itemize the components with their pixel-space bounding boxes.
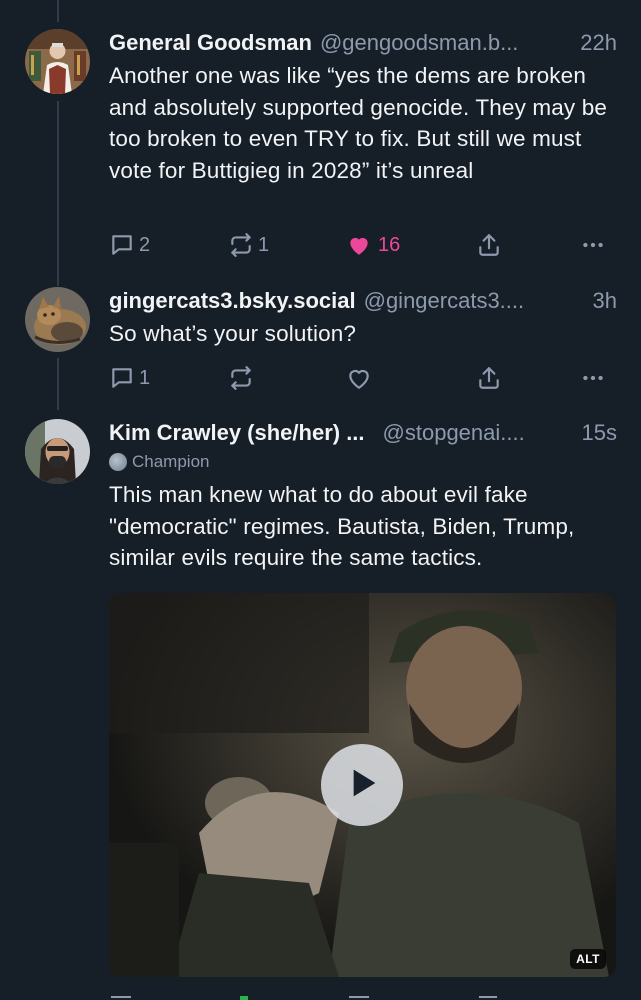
repost-count: 1 xyxy=(258,233,270,256)
avatar[interactable] xyxy=(25,419,90,484)
author-name[interactable]: gingercats3.bsky.social xyxy=(109,286,356,316)
badge-label: Champion xyxy=(132,452,210,471)
timestamp[interactable]: 22h xyxy=(572,28,617,58)
repost-button[interactable]: 1 xyxy=(228,231,269,259)
play-icon xyxy=(342,763,382,808)
avatar[interactable] xyxy=(25,29,90,94)
more-button[interactable] xyxy=(580,231,606,259)
post-header: General Goodsman @gengoodsman.b... 22h xyxy=(109,28,617,58)
repost-icon xyxy=(240,996,248,1000)
reply-icon xyxy=(109,232,135,258)
post-actions-partial xyxy=(109,994,609,1000)
reply-count: 2 xyxy=(139,233,151,256)
more-icon xyxy=(580,365,606,391)
reply-icon xyxy=(109,365,135,391)
post-actions: 1 xyxy=(109,364,609,392)
share-button[interactable] xyxy=(476,231,502,259)
post-header: gingercats3.bsky.social @gingercats3....… xyxy=(109,286,617,316)
repost-icon xyxy=(228,365,254,391)
verification-badge[interactable]: Champion xyxy=(109,450,617,474)
share-icon xyxy=(476,232,502,258)
timestamp[interactable]: 15s xyxy=(574,418,617,448)
post-2[interactable]: gingercats3.bsky.social @gingercats3....… xyxy=(0,280,641,410)
repost-button[interactable] xyxy=(228,364,254,392)
like-button[interactable]: 16 xyxy=(346,231,400,259)
post-actions: 2 1 16 xyxy=(109,231,609,259)
play-button[interactable] xyxy=(321,744,403,826)
post-1[interactable]: General Goodsman @gengoodsman.b... 22h A… xyxy=(0,0,641,280)
heart-icon xyxy=(349,996,369,998)
share-icon xyxy=(479,996,497,998)
heart-icon xyxy=(346,365,372,391)
reply-icon xyxy=(111,996,131,998)
more-icon xyxy=(580,232,606,258)
reply-count: 1 xyxy=(139,366,151,389)
post-text: So what’s your solution? xyxy=(109,321,357,346)
reply-button[interactable]: 1 xyxy=(109,364,150,392)
repost-icon xyxy=(228,232,254,258)
share-button[interactable] xyxy=(476,364,502,392)
alt-text-badge[interactable]: ALT xyxy=(570,949,606,969)
reply-button[interactable]: 2 xyxy=(109,231,150,259)
post-header: Kim Crawley (she/her) ... @stopgenai....… xyxy=(109,418,617,448)
more-button[interactable] xyxy=(580,364,606,392)
champion-icon xyxy=(109,453,127,471)
heart-icon xyxy=(346,232,372,258)
share-icon xyxy=(476,365,502,391)
post-text: This man knew what to do about evil fake… xyxy=(109,482,575,570)
author-name[interactable]: Kim Crawley (she/her) ... xyxy=(109,418,365,448)
like-button[interactable] xyxy=(346,364,372,392)
author-handle[interactable]: @stopgenai.... xyxy=(383,418,525,448)
author-handle[interactable]: @gingercats3.... xyxy=(364,286,525,316)
post-text: Another one was like “yes the dems are b… xyxy=(109,63,608,183)
timestamp[interactable]: 3h xyxy=(585,286,617,316)
video-player[interactable]: ALT xyxy=(109,593,616,977)
like-count: 16 xyxy=(378,233,401,256)
author-name[interactable]: General Goodsman xyxy=(109,28,312,58)
author-handle[interactable]: @gengoodsman.b... xyxy=(320,28,518,58)
avatar[interactable] xyxy=(25,287,90,352)
